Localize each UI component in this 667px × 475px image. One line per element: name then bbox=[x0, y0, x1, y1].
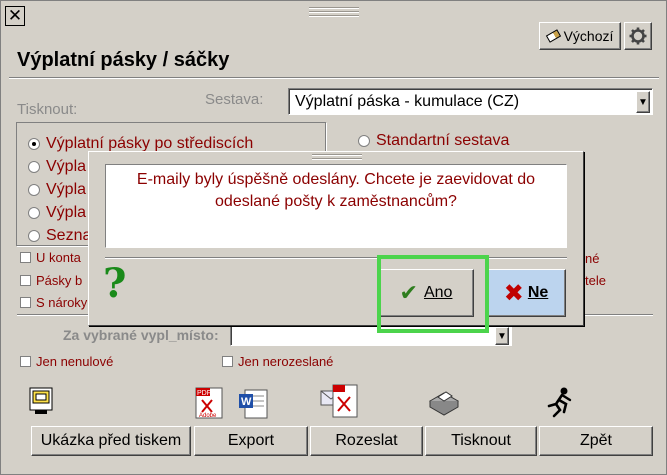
exit-icon[interactable] bbox=[544, 386, 576, 423]
button-label: Rozeslat bbox=[335, 432, 398, 449]
checkbox-u-konta[interactable]: U konta bbox=[20, 250, 81, 265]
checkbox-label: S nároky bbox=[36, 295, 88, 310]
sestava-select[interactable]: Výplatní páska - kumulace (CZ) ▼ bbox=[288, 88, 653, 115]
radio-label: Výpla bbox=[46, 203, 87, 221]
checkbox-jen-nerozeslane[interactable]: Jen nerozeslané bbox=[222, 354, 333, 369]
radio-button[interactable] bbox=[358, 135, 370, 147]
checkbox[interactable] bbox=[222, 356, 233, 367]
radio-label: Standartní sestava bbox=[376, 132, 510, 149]
checkbox[interactable] bbox=[20, 275, 31, 286]
checkbox-label: Jen nenulové bbox=[36, 354, 114, 369]
radio-standard-report[interactable]: Standartní sestava bbox=[358, 132, 509, 150]
checkbox-label-fragment: né bbox=[585, 251, 600, 266]
export-button[interactable]: Export bbox=[194, 426, 308, 456]
workplace-label: Za vybrané vypl_místo: bbox=[63, 327, 219, 343]
checkbox[interactable] bbox=[20, 252, 31, 263]
confirm-dialog: E-maily byly úspěšně odeslány. Chcete je… bbox=[88, 151, 584, 326]
radio-button[interactable] bbox=[28, 137, 40, 150]
radio-label: Výpla bbox=[46, 157, 87, 175]
dialog-message: E-maily byly úspěšně odeslány. Chcete je… bbox=[105, 164, 567, 248]
checkbox-label: Pásky b bbox=[36, 273, 83, 288]
button-label: Export bbox=[227, 432, 275, 449]
checkbox[interactable] bbox=[20, 356, 31, 367]
radio-button[interactable] bbox=[28, 206, 40, 219]
radio-label: Sezna bbox=[46, 226, 92, 244]
radio-button[interactable] bbox=[28, 229, 40, 242]
checkbox-label-fragment: tele bbox=[585, 273, 606, 288]
dialog-message-line: E-maily byly úspěšně odeslány. Chcete je… bbox=[136, 171, 536, 188]
radio-label: Výpla bbox=[46, 180, 87, 198]
checkbox-label: Jen nerozeslané bbox=[238, 354, 334, 369]
close-button[interactable]: ✕ bbox=[5, 6, 25, 26]
svg-text:W: W bbox=[241, 396, 252, 408]
gear-icon bbox=[629, 27, 647, 45]
send-button[interactable]: Rozeslat bbox=[310, 426, 423, 456]
print-preview-button[interactable]: Ukázka před tiskem bbox=[31, 426, 191, 456]
default-button[interactable]: Výchozí bbox=[539, 22, 621, 50]
button-label: Zpět bbox=[579, 432, 612, 449]
print-button[interactable]: Tisknout bbox=[425, 426, 537, 456]
checkbox-s-naroky[interactable]: S nároky bbox=[20, 295, 87, 310]
checkbox[interactable] bbox=[20, 297, 31, 308]
cross-icon: ✖ bbox=[503, 279, 524, 307]
radio-button[interactable] bbox=[28, 183, 40, 196]
title-divider bbox=[9, 77, 659, 79]
checkbox-pasky[interactable]: Pásky b bbox=[20, 273, 82, 288]
no-button-label: Ne bbox=[527, 284, 549, 301]
question-icon: ? bbox=[103, 260, 127, 307]
page-title: Výplatní pásky / sáčky bbox=[17, 49, 230, 71]
word-icon[interactable]: W bbox=[237, 386, 271, 425]
dialog-divider bbox=[105, 257, 567, 259]
button-label: Ukázka před tiskem bbox=[40, 432, 182, 449]
pdf-icon[interactable]: PDF Adobe bbox=[192, 386, 226, 425]
dialog-message-line: odeslané pošty k zaměstnancům? bbox=[215, 193, 457, 210]
default-button-label: Výchozí bbox=[563, 28, 614, 44]
chevron-down-icon[interactable]: ▼ bbox=[636, 91, 650, 113]
no-button[interactable]: ✖ Ne bbox=[486, 269, 566, 317]
chevron-down-icon[interactable]: ▼ bbox=[495, 327, 509, 345]
focus-highlight bbox=[377, 255, 489, 333]
back-button[interactable]: Zpět bbox=[539, 426, 653, 456]
settings-button[interactable] bbox=[624, 22, 652, 50]
eraser-icon bbox=[545, 29, 561, 43]
radio-label: Výplatní pásky po střediscích bbox=[46, 134, 254, 152]
button-label: Tisknout bbox=[451, 432, 511, 449]
sestava-label: Sestava: bbox=[205, 91, 264, 108]
sestava-value: Výplatní páska - kumulace (CZ) bbox=[295, 92, 520, 110]
checkbox-label: U konta bbox=[36, 250, 81, 265]
drag-grip[interactable] bbox=[309, 7, 359, 17]
printer-icon[interactable] bbox=[426, 387, 462, 422]
svg-text:PDF: PDF bbox=[197, 390, 211, 397]
dialog-drag-grip[interactable] bbox=[312, 154, 362, 160]
print-label: Tisknout: bbox=[17, 101, 78, 118]
svg-text:Adobe: Adobe bbox=[199, 413, 217, 419]
checkbox-jen-nenulove[interactable]: Jen nenulové bbox=[20, 354, 113, 369]
main-window: ✕ Výchozí Výplatní pásky / sáčky Tisknou… bbox=[0, 0, 667, 475]
email-pdf-icon[interactable] bbox=[319, 383, 361, 424]
preview-icon[interactable] bbox=[27, 386, 57, 421]
radio-button[interactable] bbox=[28, 160, 40, 173]
